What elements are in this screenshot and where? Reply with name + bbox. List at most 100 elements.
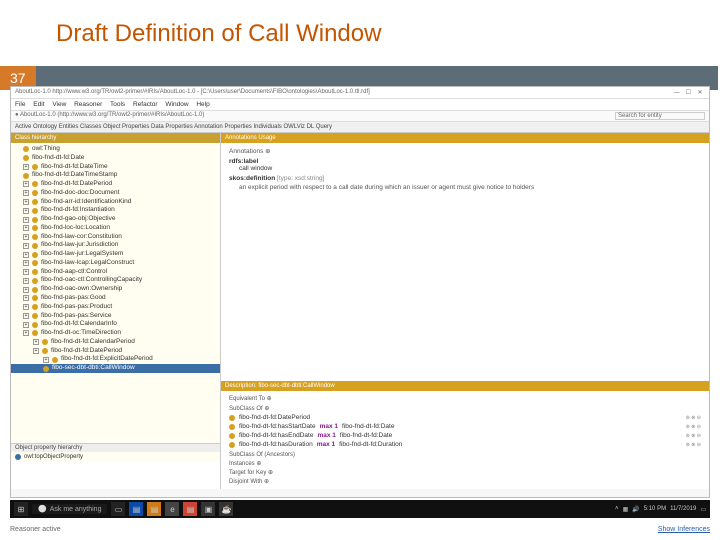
tray-time: 5:10 PM [644, 506, 666, 512]
taskbar-search[interactable]: ⚪ Ask me anything [32, 504, 107, 514]
expand-icon[interactable]: + [23, 181, 29, 187]
subclass-axiom[interactable]: fibo-fnd-dt-fd:hasDuration max 1 fibo-fn… [229, 440, 701, 449]
tree-item[interactable]: +fibo-fnd-arr-id:IdentificationKind [11, 198, 220, 207]
expand-icon[interactable]: + [23, 313, 29, 319]
expand-icon[interactable]: + [23, 243, 29, 249]
expand-icon[interactable]: + [23, 199, 29, 205]
tree-item[interactable]: +fibo-fnd-dt-fd:DatePeriod [11, 180, 220, 189]
object-property-item[interactable]: owl:topObjectProperty [11, 452, 220, 462]
expand-icon[interactable]: + [23, 252, 29, 258]
system-tray[interactable]: ˄ ▦ 🔊 5:10 PM 11/7/2019 ▭ [615, 506, 706, 513]
add-instance-icon[interactable]: ⊕ [256, 461, 261, 467]
tree-item[interactable]: +fibo-fnd-aap-ctl:Control [11, 268, 220, 277]
expand-icon[interactable]: + [23, 269, 29, 275]
axiom-tools[interactable]: ⊚ ⊗ ⊖ [686, 424, 701, 430]
subclass-axiom[interactable]: fibo-fnd-dt-fd:hasEndDate max 1 fibo-fnd… [229, 431, 701, 440]
tree-item[interactable]: +fibo-fnd-loc-loc:Location [11, 224, 220, 233]
expand-icon[interactable]: + [23, 330, 29, 336]
expand-icon[interactable]: + [23, 278, 29, 284]
menu-window[interactable]: Window [165, 101, 188, 108]
expand-icon[interactable]: + [23, 164, 29, 170]
expand-icon[interactable]: + [23, 304, 29, 310]
taskbar-app-3[interactable]: e [165, 502, 179, 516]
axiom-tools[interactable]: ⊚ ⊗ ⊖ [686, 415, 701, 421]
tree-item[interactable]: +fibo-fnd-oac-own:Ownership [11, 285, 220, 294]
taskbar-app-6[interactable]: ☕ [219, 502, 233, 516]
tree-item[interactable]: +fibo-fnd-oac-ctl:ControllingCapacity [11, 276, 220, 285]
expand-icon[interactable]: + [23, 225, 29, 231]
taskbar-app-4[interactable]: ▤ [183, 502, 197, 516]
taskbar-app-1[interactable]: ▤ [129, 502, 143, 516]
tree-item[interactable]: +fibo-fnd-law-lcap:LegalConstruct [11, 259, 220, 268]
tree-item[interactable]: + fibo-fnd-dt-fd:CalendarInfo [11, 320, 220, 329]
action-center-icon[interactable]: ▭ [700, 506, 706, 513]
class-hierarchy-tree[interactable]: owl:Thingfibo-fnd-dt-fd:Date+fibo-fnd-dt… [11, 143, 220, 443]
right-pane: Annotations Usage Annotations ⊕ rdfs:lab… [221, 133, 709, 489]
menu-reasoner[interactable]: Reasoner [74, 101, 102, 108]
tree-item[interactable]: +fibo-fnd-dt-fd:DateTime [11, 163, 220, 172]
axiom-tools[interactable]: ⊚ ⊗ ⊖ [686, 433, 701, 439]
start-button[interactable]: ⊞ [14, 502, 28, 516]
tree-item[interactable]: +fibo-fnd-dt-fd:Instantiation [11, 206, 220, 215]
tree-item[interactable]: owl:Thing [11, 145, 220, 154]
add-target-icon[interactable]: ⊕ [268, 470, 273, 476]
entity-search-input[interactable]: Search for entity [615, 112, 705, 120]
main-tabs[interactable]: Active Ontology Entities Classes Object … [11, 122, 709, 133]
tree-item[interactable]: +fibo-fnd-gao-obj:Objective [11, 215, 220, 224]
menu-edit[interactable]: Edit [33, 101, 44, 108]
expand-icon[interactable]: + [23, 287, 29, 293]
tree-item[interactable]: +fibo-fnd-pas-pas:Service [11, 312, 220, 321]
axiom-lhs: fibo-fnd-dt-fd:hasEndDate [239, 432, 313, 439]
tree-item[interactable]: fibo-sec-dbt-dbti:CallWindow [11, 364, 220, 373]
tree-item[interactable]: fibo-fnd-dt-fd:DateTimeStamp [11, 171, 220, 180]
tree-item[interactable]: +fibo-fnd-pas-pas:Good [11, 294, 220, 303]
tree-item[interactable]: +fibo-fnd-dt-fd:DatePeriod [11, 347, 220, 356]
expand-icon[interactable]: + [23, 208, 29, 214]
tree-item[interactable]: +fibo-fnd-law-jur:LegalSystem [11, 250, 220, 259]
task-view-icon[interactable]: ▭ [111, 502, 125, 516]
expand-icon[interactable]: + [33, 348, 39, 354]
tree-item-label: fibo-fnd-dt-fd:CalendarInfo [41, 320, 117, 329]
show-inferences-link[interactable]: Show Inferences [658, 526, 710, 533]
tree-item[interactable]: +fibo-fnd-law-cor:Constitution [11, 233, 220, 242]
add-subclass-icon[interactable]: ⊕ [264, 406, 269, 412]
expand-icon[interactable]: + [23, 217, 29, 223]
description-panel: Equivalent To ⊕ SubClass Of ⊕ fibo-fnd-d… [221, 391, 709, 489]
taskbar-app-2[interactable]: ▤ [147, 502, 161, 516]
axiom-rhs: fibo-fnd-dt-fd:Date [342, 423, 394, 430]
tree-item[interactable]: +fibo-fnd-dt-oc:TimeDirection [11, 329, 220, 338]
minimize-button[interactable]: — [672, 90, 682, 96]
menu-view[interactable]: View [52, 101, 66, 108]
subclass-axiom[interactable]: fibo-fnd-dt-fd:DatePeriod⊚ ⊗ ⊖ [229, 413, 701, 422]
tree-item[interactable]: +fibo-fnd-pas-pas:Product [11, 303, 220, 312]
windows-taskbar[interactable]: ⊞ ⚪ Ask me anything ▭ ▤ ▤ e ▤ ▣ ☕ ˄ ▦ 🔊 … [10, 500, 710, 518]
tray-volume-icon[interactable]: 🔊 [632, 506, 639, 513]
menu-help[interactable]: Help [196, 101, 209, 108]
expand-icon[interactable]: + [23, 260, 29, 266]
tree-item[interactable]: fibo-fnd-dt-fd:Date [11, 154, 220, 163]
tray-network-icon[interactable]: ▦ [623, 506, 629, 513]
tree-item[interactable]: +fibo-fnd-doc-doc:Document [11, 189, 220, 198]
add-disjoint-icon[interactable]: ⊕ [264, 479, 269, 485]
annotations-tabbar[interactable]: Annotations Usage [221, 133, 709, 143]
expand-icon[interactable]: + [43, 357, 49, 363]
tree-item[interactable]: +fibo-fnd-dt-fd:ExplicitDatePeriod [11, 355, 220, 364]
menu-tools[interactable]: Tools [110, 101, 125, 108]
menu-refactor[interactable]: Refactor [133, 101, 158, 108]
tree-item[interactable]: +fibo-fnd-law-jur:Jurisdiction [11, 241, 220, 250]
expand-icon[interactable]: + [23, 295, 29, 301]
expand-icon[interactable]: + [23, 322, 29, 328]
subclass-axiom[interactable]: fibo-fnd-dt-fd:hasStartDate max 1 fibo-f… [229, 422, 701, 431]
expand-icon[interactable]: + [23, 234, 29, 240]
expand-icon[interactable]: + [23, 190, 29, 196]
close-button[interactable]: ✕ [695, 89, 705, 96]
tray-chevron-icon[interactable]: ˄ [615, 506, 619, 512]
expand-icon[interactable]: + [33, 339, 39, 345]
address-search-row: ● AboutLoc-1.0 (http://www.w3.org/TR/owl… [11, 111, 709, 122]
menu-file[interactable]: File [15, 101, 25, 108]
taskbar-app-5[interactable]: ▣ [201, 502, 215, 516]
tree-item[interactable]: +fibo-fnd-dt-fd:CalendarPeriod [11, 338, 220, 347]
add-equivalent-icon[interactable]: ⊕ [267, 396, 272, 402]
maximize-button[interactable]: ☐ [683, 89, 693, 96]
axiom-tools[interactable]: ⊚ ⊗ ⊖ [686, 442, 701, 448]
